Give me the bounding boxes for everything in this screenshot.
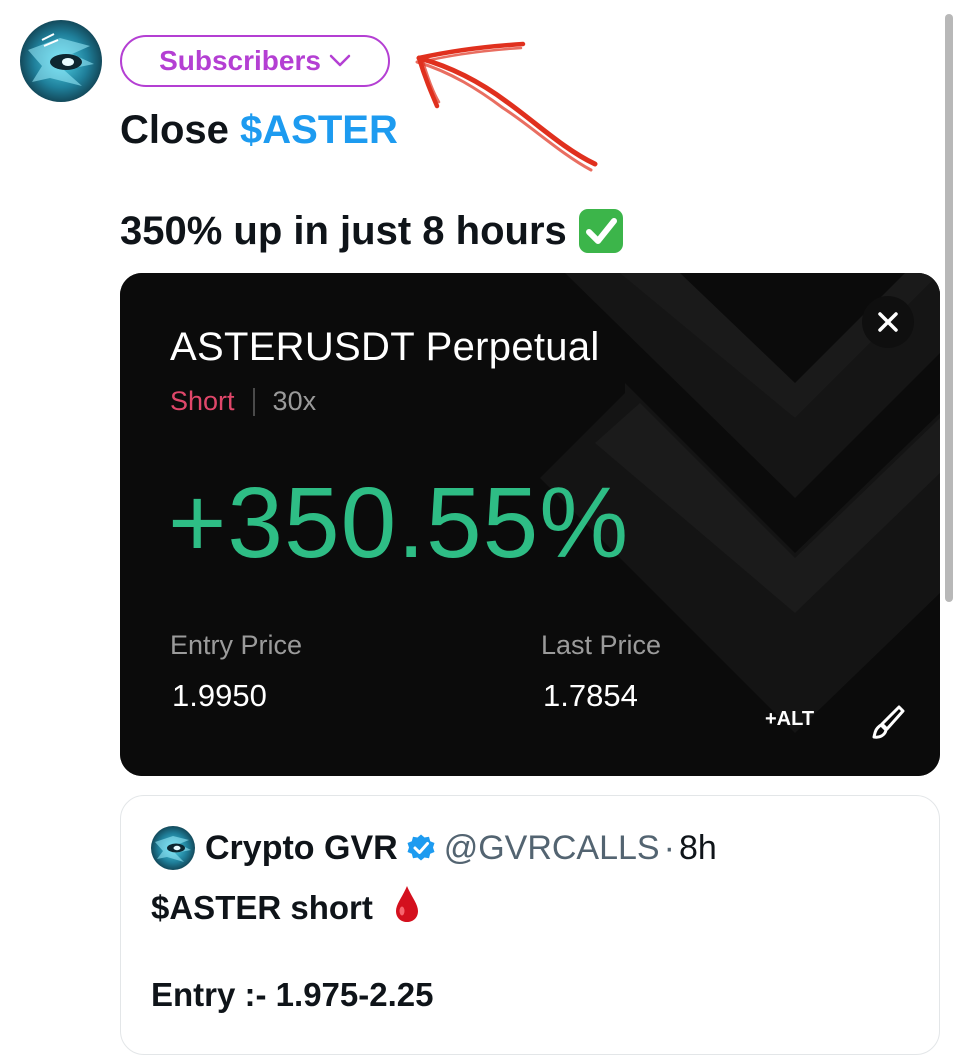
quoted-text-body: $ASTER short [151, 889, 373, 926]
quoted-avatar[interactable] [151, 826, 195, 870]
close-button[interactable] [862, 296, 914, 348]
verified-badge-icon [406, 833, 436, 863]
post-text-line2: 350% up in just 8 hours [120, 205, 625, 257]
subscribers-dropdown[interactable]: Subscribers [120, 35, 390, 87]
quoted-author-name[interactable]: Crypto GVR [205, 829, 398, 868]
cashtag-link[interactable]: $ASTER [240, 108, 398, 152]
quoted-post-header: Crypto GVR @GVRCALLS · 8h [151, 826, 717, 870]
scrollbar[interactable] [945, 14, 953, 602]
post-text-body: 350% up in just 8 hours [120, 209, 567, 253]
annotation-arrow [395, 32, 605, 186]
drop-of-blood-icon [393, 884, 421, 932]
position-row: Short 30x [170, 386, 316, 417]
media-image[interactable]: ASTERUSDT Perpetual Short 30x +350.55% E… [120, 273, 940, 776]
brush-icon [872, 705, 905, 739]
subscribers-label: Subscribers [159, 45, 321, 76]
position-side: Short [170, 386, 235, 416]
post-text-line1: Close $ASTER [120, 104, 398, 156]
close-icon [878, 312, 898, 332]
quoted-text-line2: Entry :- 1.975-2.25 [151, 976, 434, 1013]
avatar[interactable] [20, 20, 102, 102]
quoted-avatar-image [151, 826, 195, 870]
entry-price-value: 1.9950 [172, 678, 267, 713]
last-price-label: Last Price [541, 630, 662, 660]
edit-image-button[interactable] [869, 703, 907, 745]
divider [252, 387, 255, 416]
alt-text-button[interactable]: +ALT [765, 708, 814, 731]
quoted-handle[interactable]: @GVRCALLS [444, 829, 660, 868]
quoted-post[interactable]: Crypto GVR @GVRCALLS · 8h $ASTER short E… [120, 795, 940, 1055]
quoted-text-line1: $ASTER short [151, 884, 421, 932]
avatar-image [20, 20, 102, 102]
separator-dot: · [663, 828, 675, 867]
entry-price-label: Entry Price [170, 630, 303, 660]
post-text-prefix: Close [120, 108, 241, 152]
check-mark-icon [577, 207, 625, 255]
chevron-down-icon [329, 54, 351, 68]
quoted-timestamp[interactable]: 8h [679, 829, 717, 868]
pnl-percentage: +350.55% [168, 467, 630, 579]
pair-title: ASTERUSDT Perpetual [170, 325, 600, 369]
last-price-value: 1.7854 [543, 678, 638, 713]
leverage-value: 30x [272, 386, 317, 416]
